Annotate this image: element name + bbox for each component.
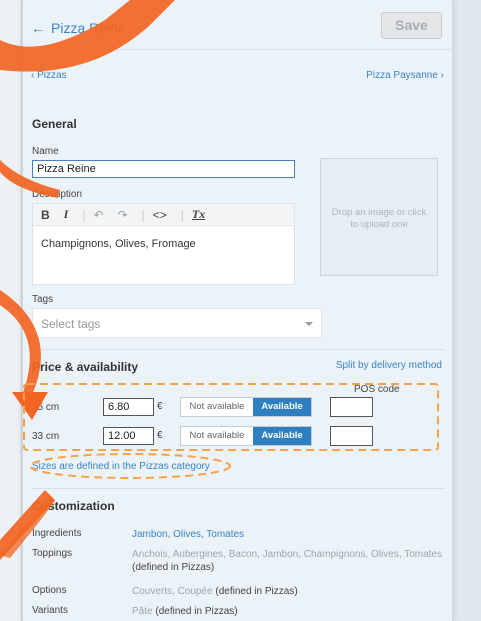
left-gutter [0, 0, 22, 621]
chevron-down-icon [305, 322, 313, 326]
pricing-heading: Price & availability [32, 360, 139, 374]
description-editor[interactable]: B I | ↶ ↷ | <> | Tx Champignons, Olives,… [32, 203, 295, 285]
availability-toggle: Not available Available [180, 426, 312, 446]
pos-code-input[interactable] [330, 397, 373, 417]
name-input[interactable]: Pizza Reine [32, 160, 295, 178]
value-text[interactable]: Anchois, Aubergines, Bacon, Jambon, Cham… [132, 549, 442, 560]
size-row: 25 cm 6.80 € Not available Available [23, 396, 454, 418]
editor-toolbar: B I | ↶ ↷ | <> | Tx [33, 204, 294, 226]
customization-key: Variants [32, 605, 68, 616]
availability-toggle: Not available Available [180, 397, 312, 417]
price-input[interactable]: 6.80 [103, 398, 154, 416]
customization-heading: Customization [32, 499, 115, 513]
image-dropzone[interactable]: Drop an image or click to upload one [320, 158, 438, 276]
previous-item-link[interactable]: ‹ Pizzas [31, 70, 67, 81]
pos-code-input[interactable] [330, 426, 373, 446]
panel-title: Pizza Reine [51, 20, 126, 36]
customization-value[interactable]: Pâte (defined in Pizzas) [132, 605, 442, 618]
tags-label: Tags [32, 294, 54, 305]
sizes-defined-link[interactable]: Sizes are defined in the Pizzas category [32, 461, 210, 472]
tags-select[interactable]: Select tags [32, 308, 322, 338]
currency-symbol: € [157, 430, 163, 441]
toolbar-divider: | [82, 207, 86, 222]
undo-icon[interactable]: ↶ [93, 208, 103, 222]
customization-key: Options [32, 585, 67, 596]
tags-placeholder: Select tags [41, 317, 101, 331]
back-arrow-icon: ← [31, 20, 45, 36]
general-heading: General [32, 117, 77, 131]
panel-header: ← Pizza Reine Save [23, 0, 454, 50]
name-label: Name [32, 146, 59, 157]
defined-in-note: (defined in Pizzas) [132, 562, 215, 573]
section-divider [32, 349, 445, 350]
price-input[interactable]: 12.00 [103, 427, 154, 445]
customization-value[interactable]: Couverts, Coupée (defined in Pizzas) [132, 585, 442, 598]
product-edit-panel: ← Pizza Reine Save ‹ Pizzas Pizza Paysan… [22, 0, 454, 621]
toolbar-divider: | [141, 207, 145, 222]
available-option[interactable]: Available [253, 427, 311, 445]
not-available-option[interactable]: Not available [181, 398, 253, 416]
italic-button[interactable]: I [64, 207, 69, 222]
back-link[interactable]: ← Pizza Reine [31, 20, 126, 36]
defined-in-note: (defined in Pizzas) [215, 586, 298, 597]
bold-button[interactable]: B [41, 208, 50, 222]
size-name: 25 cm [32, 402, 60, 413]
next-item-link[interactable]: Pizza Paysanne › [366, 70, 444, 81]
customization-key: Toppings [32, 548, 73, 559]
currency-symbol: € [157, 401, 163, 412]
description-text[interactable]: Champignons, Olives, Fromage [33, 226, 294, 262]
redo-icon[interactable]: ↷ [118, 208, 128, 222]
value-text[interactable]: Pâte [132, 606, 153, 617]
not-available-option[interactable]: Not available [181, 427, 253, 445]
customization-value[interactable]: Jambon, Olives, Tomates [132, 528, 442, 541]
section-divider [32, 488, 445, 489]
size-row: 33 cm 12.00 € Not available Available [23, 425, 454, 447]
value-text[interactable]: Couverts, Coupée [132, 586, 213, 597]
code-icon[interactable]: <> [153, 208, 167, 222]
customization-key: Ingredients [32, 528, 82, 539]
customization-value[interactable]: Anchois, Aubergines, Bacon, Jambon, Cham… [132, 548, 442, 574]
pos-code-label: POS code [354, 384, 400, 395]
available-option[interactable]: Available [253, 398, 311, 416]
right-gutter [453, 0, 481, 621]
save-button[interactable]: Save [381, 12, 442, 39]
clear-format-icon[interactable]: Tx [192, 207, 205, 222]
split-by-delivery-link[interactable]: Split by delivery method [336, 360, 442, 371]
value-text[interactable]: Jambon, Olives, Tomates [132, 529, 244, 540]
size-name: 33 cm [32, 431, 60, 442]
toolbar-divider: | [180, 207, 184, 222]
description-label: Description [32, 189, 83, 200]
defined-in-note: (defined in Pizzas) [155, 606, 238, 617]
